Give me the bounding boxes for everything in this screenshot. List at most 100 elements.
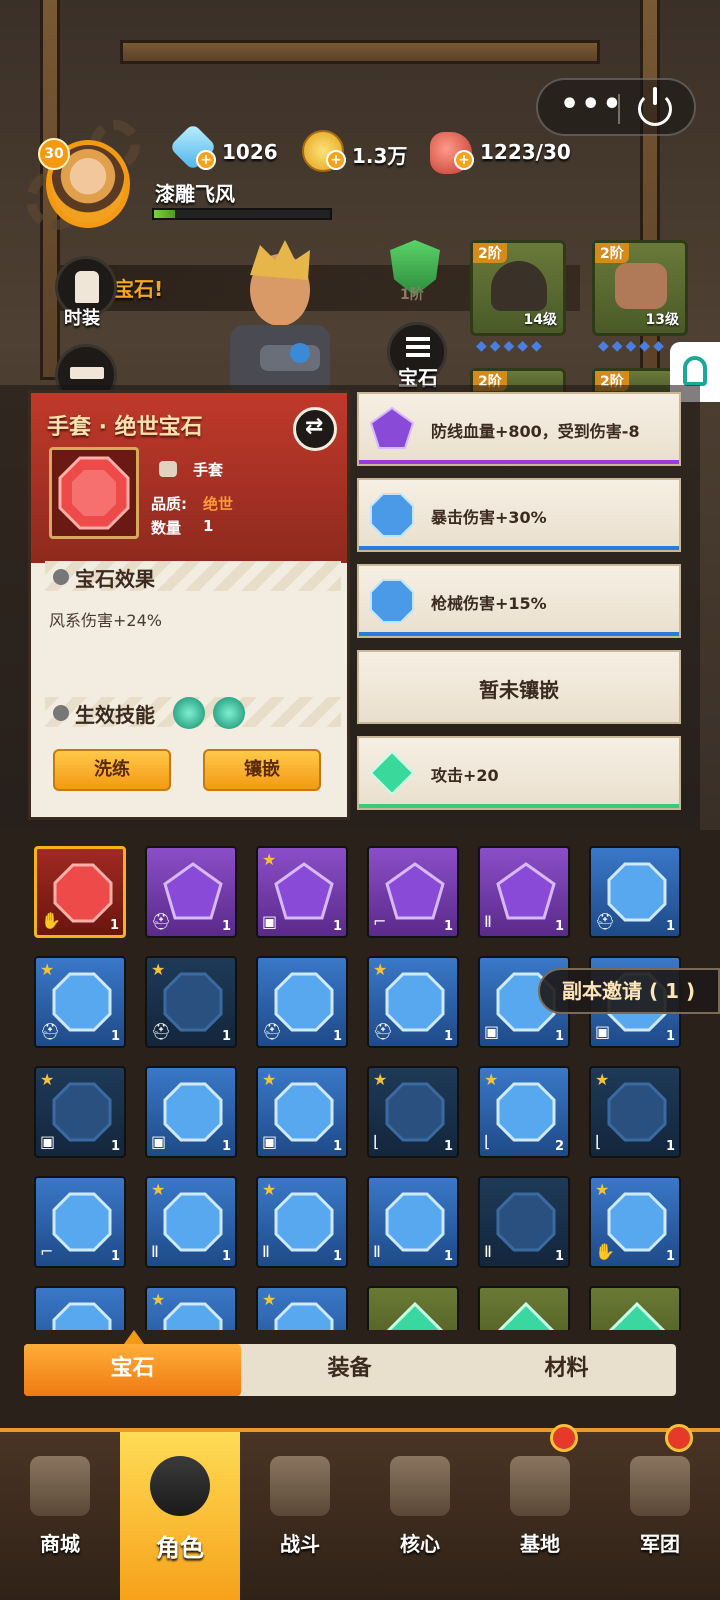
- gem-cell[interactable]: ★ Ⅱ 1: [145, 1176, 237, 1268]
- armor-icon: ▣: [595, 1022, 611, 1041]
- swap-button[interactable]: [293, 407, 337, 451]
- nav-shop[interactable]: 商城: [0, 1432, 120, 1600]
- gem-cell[interactable]: ★ ✋ 1: [589, 1176, 681, 1268]
- hero-character: [230, 240, 330, 395]
- gem-cell[interactable]: ★ ⌊ 1: [589, 1066, 681, 1158]
- gem-count: 1: [221, 1249, 231, 1264]
- blue-gem-icon: [52, 1302, 112, 1330]
- gem-slot-1[interactable]: 防线血量+800，受到伤害-8: [357, 392, 681, 466]
- gem-count: 1: [110, 1249, 120, 1264]
- hint-banner-text: 宝石!: [114, 277, 164, 301]
- gem-cell[interactable]: ▣ 1: [145, 1066, 237, 1158]
- gem-slot-5[interactable]: 攻击+20: [357, 736, 681, 810]
- dungeon-invite-button[interactable]: 副本邀请 ( 1 ): [538, 968, 720, 1014]
- capsule-divider: [618, 94, 620, 124]
- equip-slot-gloves[interactable]: 2阶 13级: [592, 240, 688, 336]
- gem-count: 1: [665, 919, 675, 934]
- gem-cell[interactable]: ★ ⛑ 1: [367, 956, 459, 1048]
- nav-character[interactable]: 角色: [120, 1432, 240, 1600]
- gem-count: 1: [443, 1139, 453, 1154]
- gun-icon: ⌐: [40, 1242, 54, 1261]
- helmet-icon: ⛑: [40, 1022, 61, 1041]
- add-stamina-button[interactable]: +: [454, 150, 474, 170]
- scene-beam: [120, 40, 600, 64]
- gem-cell[interactable]: Ⅱ1: [478, 1176, 570, 1268]
- gem-slot-3[interactable]: 枪械伤害+15%: [357, 564, 681, 638]
- power-icon[interactable]: [638, 87, 672, 126]
- gem-cell[interactable]: ✋ 1: [34, 846, 126, 938]
- gem-cell[interactable]: Ⅱ1: [478, 846, 570, 938]
- list-icon: [406, 337, 430, 341]
- gem-cell[interactable]: ★ ▣ 1: [34, 1066, 126, 1158]
- legion-notification-icon: [665, 1424, 693, 1452]
- slot-effect: 防线血量+800，受到伤害-8: [431, 422, 640, 441]
- wind-skill-icon[interactable]: [173, 697, 205, 729]
- armor-icon: ▣: [262, 912, 278, 931]
- gem-cell[interactable]: Ⅱ1: [367, 1176, 459, 1268]
- gem-cell[interactable]: ★ ▣ 1: [256, 846, 348, 938]
- equip-tier: 2阶: [473, 243, 507, 263]
- slot-empty-text: 暂未镶嵌: [479, 678, 559, 702]
- star-icon: ★: [262, 1290, 277, 1309]
- gem-count: 1: [221, 919, 231, 934]
- tornado-skill-icon[interactable]: [213, 697, 245, 729]
- gem-count: 1: [665, 1139, 675, 1154]
- gem-cell[interactable]: ⛑ 1: [589, 846, 681, 938]
- equip-gem-slots: ◆◆◆◆◆: [476, 338, 545, 354]
- gem-cell[interactable]: ⛑ 1: [256, 956, 348, 1048]
- gem-cell[interactable]: [367, 1286, 459, 1330]
- tab-pointer-icon: [124, 1330, 144, 1344]
- gem-cell[interactable]: ★: [145, 1286, 237, 1330]
- gem-cell[interactable]: [589, 1286, 681, 1330]
- star-icon: ★: [40, 1070, 55, 1089]
- star-icon: ★: [595, 1070, 610, 1089]
- effect-section-title: 宝石效果: [75, 567, 155, 591]
- tab-gems[interactable]: 宝石: [24, 1344, 241, 1396]
- gem-inventory-grid: ✋ 1 ⛑ 1 ★ ▣ 1 ⌐ 1 Ⅱ 1 ⛑ 1 ★ ⛑ 1 ★ ⛑ 1 ⛑ 1 ★ ⛑ 1 ▣ 1 ▣ 1 ★ ▣ 1 ▣ 1 ★ ▣ 1 ★ ⌊ 1 ★…: [0, 830, 720, 1330]
- add-coin-button[interactable]: +: [326, 150, 346, 170]
- gem-count: 1: [554, 919, 564, 934]
- nav-base[interactable]: 基地: [480, 1432, 600, 1600]
- helmet-icon: [491, 261, 547, 311]
- gem-cell[interactable]: ★ ⛑ 1: [34, 956, 126, 1048]
- core-icon: [390, 1456, 450, 1516]
- gem-cell[interactable]: ⌐ 1: [367, 846, 459, 938]
- equip-slot-helmet[interactable]: 2阶 14级: [470, 240, 566, 336]
- gem-cell[interactable]: ★ ▣ 1: [256, 1066, 348, 1158]
- gem-cell[interactable]: [34, 1286, 126, 1330]
- gem-count: 1: [332, 1029, 342, 1044]
- gem-cell[interactable]: ★ Ⅱ 1: [256, 1176, 348, 1268]
- nav-legion[interactable]: 军团: [600, 1432, 720, 1600]
- more-icon[interactable]: •••: [560, 90, 622, 123]
- helmet-icon: ⛑: [151, 912, 172, 931]
- nav-label: 军团: [640, 1532, 680, 1556]
- gem-slot-2[interactable]: 暴击伤害+30%: [357, 478, 681, 552]
- tab-equipment[interactable]: 装备: [241, 1344, 458, 1396]
- gem-card-title: 手套 · 绝世宝石: [47, 415, 203, 440]
- gem-slot-4[interactable]: 暂未镶嵌: [357, 650, 681, 724]
- bottom-navigation: 商城 角色 战斗 核心 基地 军团: [0, 1428, 720, 1600]
- gem-cell[interactable]: ★ ⛑ 1: [145, 956, 237, 1048]
- gem-cell[interactable]: ⛑ 1: [145, 846, 237, 938]
- nav-core[interactable]: 核心: [360, 1432, 480, 1600]
- gem-cell[interactable]: ★: [256, 1286, 348, 1330]
- boot-icon: ⌊: [484, 1132, 491, 1151]
- add-diamond-button[interactable]: +: [196, 150, 216, 170]
- tab-materials[interactable]: 材料: [458, 1344, 675, 1396]
- equip-tier: 2阶: [595, 243, 629, 263]
- player-level-badge: 30: [38, 138, 70, 170]
- gem-card-icon-frame: [49, 447, 139, 539]
- star-icon: ★: [373, 960, 388, 979]
- gem-cell[interactable]: ★ ⌊ 2: [478, 1066, 570, 1158]
- gem-cell[interactable]: ⌐ 1: [34, 1176, 126, 1268]
- refine-button[interactable]: 洗练: [53, 749, 171, 791]
- nav-battle[interactable]: 战斗: [240, 1432, 360, 1600]
- gem-cell[interactable]: ★ ⌊ 1: [367, 1066, 459, 1158]
- gem-count: 1: [332, 919, 342, 934]
- base-notification-icon: [550, 1424, 578, 1452]
- gem-count: 1: [665, 1249, 675, 1264]
- gem-cell[interactable]: [478, 1286, 570, 1330]
- slot-effect: 枪械伤害+15%: [431, 594, 547, 613]
- blue-gem-icon: [163, 1302, 223, 1330]
- inlay-button[interactable]: 镶嵌: [203, 749, 321, 791]
